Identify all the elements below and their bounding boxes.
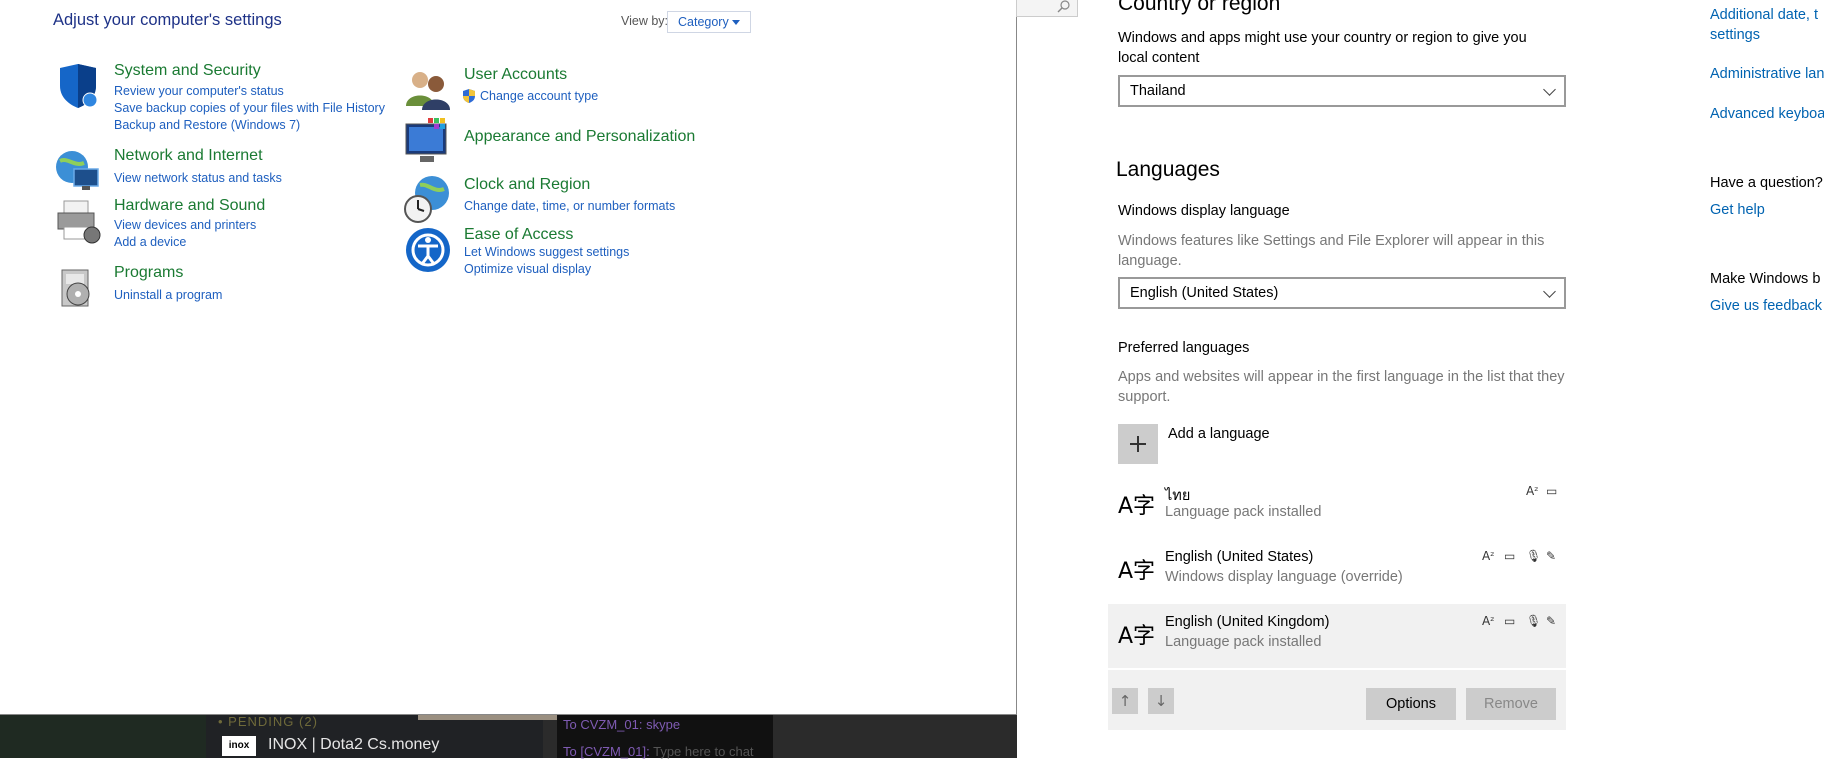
feedback-heading: Make Windows b bbox=[1710, 271, 1821, 287]
backup-restore-link[interactable]: Backup and Restore (Windows 7) bbox=[114, 118, 300, 132]
hardware-sound-link[interactable]: Hardware and Sound bbox=[114, 197, 265, 215]
chat-input-line[interactable]: To [CVZM_01]: Type here to chat bbox=[563, 744, 754, 759]
pending-header: • PENDING (2) bbox=[218, 714, 318, 729]
speech-feature-icon: 🎙 bbox=[1526, 614, 1542, 628]
network-globe-icon bbox=[56, 151, 99, 190]
text-to-speech-feature-icon: ✎ bbox=[1546, 614, 1557, 628]
question-heading: Have a question? bbox=[1710, 175, 1823, 191]
language-icon: A字 bbox=[1118, 624, 1156, 649]
language-status: Language pack installed bbox=[1165, 634, 1322, 650]
date-time-formats-link[interactable]: Change date, time, or number formats bbox=[464, 199, 675, 213]
administrative-language-link[interactable]: Administrative lan bbox=[1710, 66, 1824, 82]
system-security-link[interactable]: System and Security bbox=[114, 62, 261, 80]
remove-button[interactable]: Remove bbox=[1466, 688, 1556, 720]
preferred-languages-description: Apps and websites will appear in the fir… bbox=[1118, 369, 1565, 405]
text-to-speech-feature-icon: ✎ bbox=[1546, 549, 1557, 563]
caret-down-icon bbox=[732, 20, 740, 25]
handwriting-feature-icon: Aᶻ bbox=[1482, 614, 1495, 628]
chat-input-placeholder[interactable]: Type here to chat bbox=[653, 744, 753, 759]
page-title: Adjust your computer's settings bbox=[53, 11, 282, 29]
friend-entry[interactable]: INOX | Dota2 Cs.money bbox=[268, 736, 439, 754]
appearance-link[interactable]: Appearance and Personalization bbox=[464, 128, 695, 146]
display-language-description: Windows features like Settings and File … bbox=[1118, 233, 1545, 269]
uninstall-program-link[interactable]: Uninstall a program bbox=[114, 288, 222, 302]
display-language-feature-icon: ▭ bbox=[1546, 484, 1558, 498]
options-button[interactable]: Options bbox=[1366, 688, 1456, 720]
language-name: English (United States) bbox=[1165, 549, 1314, 565]
chevron-down-icon bbox=[1543, 285, 1556, 298]
add-language-label[interactable]: Add a language bbox=[1168, 426, 1270, 442]
programs-disk-icon bbox=[61, 269, 90, 307]
additional-date-link[interactable]: Additional date, t bbox=[1710, 7, 1818, 23]
language-actions-bar: ↑ ↓ Options Remove bbox=[1108, 670, 1566, 730]
plus-icon-stroke bbox=[1137, 436, 1139, 452]
uac-shield-icon bbox=[463, 89, 475, 103]
settings-language-page: Country or region Windows and apps might… bbox=[1094, 0, 1824, 758]
ease-of-access-link[interactable]: Ease of Access bbox=[464, 226, 573, 244]
give-feedback-link[interactable]: Give us feedback bbox=[1710, 298, 1822, 314]
clock-region-link[interactable]: Clock and Region bbox=[464, 176, 590, 194]
background-game-art bbox=[0, 714, 206, 758]
display-language-feature-icon: ▭ bbox=[1504, 549, 1516, 563]
handwriting-feature-icon: Aᶻ bbox=[1482, 549, 1495, 563]
language-icon: A字 bbox=[1118, 559, 1156, 584]
programs-link[interactable]: Programs bbox=[114, 264, 183, 282]
shield-icon bbox=[60, 64, 98, 108]
view-by-dropdown[interactable]: Category bbox=[667, 11, 751, 33]
optimize-display-link[interactable]: Optimize visual display bbox=[464, 262, 591, 276]
chat-recipient: To [CVZM_01]: bbox=[563, 744, 650, 759]
suggest-settings-link[interactable]: Let Windows suggest settings bbox=[464, 245, 629, 259]
view-by-label: View by: bbox=[621, 14, 669, 28]
language-name: English (United Kingdom) bbox=[1165, 614, 1330, 630]
clock-globe-icon bbox=[404, 176, 449, 223]
country-region-heading: Country or region bbox=[1118, 0, 1281, 15]
additional-date-link-line2[interactable]: settings bbox=[1710, 27, 1760, 43]
country-region-value: Thailand bbox=[1130, 83, 1186, 99]
display-language-feature-icon: ▭ bbox=[1504, 614, 1516, 628]
get-help-link[interactable]: Get help bbox=[1710, 202, 1765, 218]
country-region-description: Windows and apps might use your country … bbox=[1118, 30, 1527, 66]
monitor-palette-icon bbox=[405, 118, 447, 162]
language-item-thai[interactable]: A字 ไทย Language pack installed Aᶻ ▭ bbox=[1108, 474, 1566, 538]
display-language-value: English (United States) bbox=[1130, 285, 1279, 301]
language-item-english-uk[interactable]: A字 English (United Kingdom) Language pac… bbox=[1108, 604, 1566, 668]
preferred-languages-label: Preferred languages bbox=[1118, 340, 1250, 356]
language-item-english-us[interactable]: A字 English (United States) Windows displ… bbox=[1108, 539, 1566, 603]
file-history-link[interactable]: Save backup copies of your files with Fi… bbox=[114, 101, 385, 115]
move-down-button[interactable]: ↓ bbox=[1148, 688, 1174, 714]
language-status: Windows display language (override) bbox=[1165, 569, 1403, 585]
advanced-keyboard-link[interactable]: Advanced keyboa bbox=[1710, 106, 1824, 122]
move-up-button[interactable]: ↑ bbox=[1112, 688, 1138, 714]
devices-printers-link[interactable]: View devices and printers bbox=[114, 218, 256, 232]
background-chat-app: • PENDING (2) inox INOX | Dota2 Cs.money… bbox=[0, 714, 1017, 759]
change-account-type-link[interactable]: Change account type bbox=[480, 89, 598, 103]
control-panel-window: Adjust your computer's settings View by:… bbox=[0, 0, 1078, 715]
add-device-link[interactable]: Add a device bbox=[114, 235, 186, 249]
handwriting-feature-icon: Aᶻ bbox=[1526, 484, 1539, 498]
search-box[interactable] bbox=[1016, 0, 1078, 17]
inox-logo: inox bbox=[222, 736, 256, 756]
network-status-link[interactable]: View network status and tasks bbox=[114, 171, 282, 185]
printer-icon bbox=[57, 200, 101, 244]
review-status-link[interactable]: Review your computer's status bbox=[114, 84, 284, 98]
chat-message: To CVZM_01: skype bbox=[563, 717, 681, 732]
chevron-down-icon bbox=[1543, 83, 1556, 96]
languages-heading: Languages bbox=[1116, 158, 1220, 181]
user-accounts-link[interactable]: User Accounts bbox=[464, 66, 567, 84]
ease-of-access-icon bbox=[406, 228, 450, 272]
add-language-button[interactable] bbox=[1118, 424, 1158, 464]
language-icon: A字 bbox=[1118, 494, 1156, 519]
display-language-dropdown[interactable]: English (United States) bbox=[1118, 277, 1566, 309]
display-language-label: Windows display language bbox=[1118, 203, 1290, 219]
language-status: Language pack installed bbox=[1165, 504, 1322, 520]
network-internet-link[interactable]: Network and Internet bbox=[114, 147, 263, 165]
users-icon bbox=[406, 72, 450, 110]
speech-feature-icon: 🎙 bbox=[1526, 549, 1542, 563]
view-by-value: Category bbox=[678, 15, 729, 29]
search-icon bbox=[1057, 0, 1070, 13]
country-region-dropdown[interactable]: Thailand bbox=[1118, 75, 1566, 107]
